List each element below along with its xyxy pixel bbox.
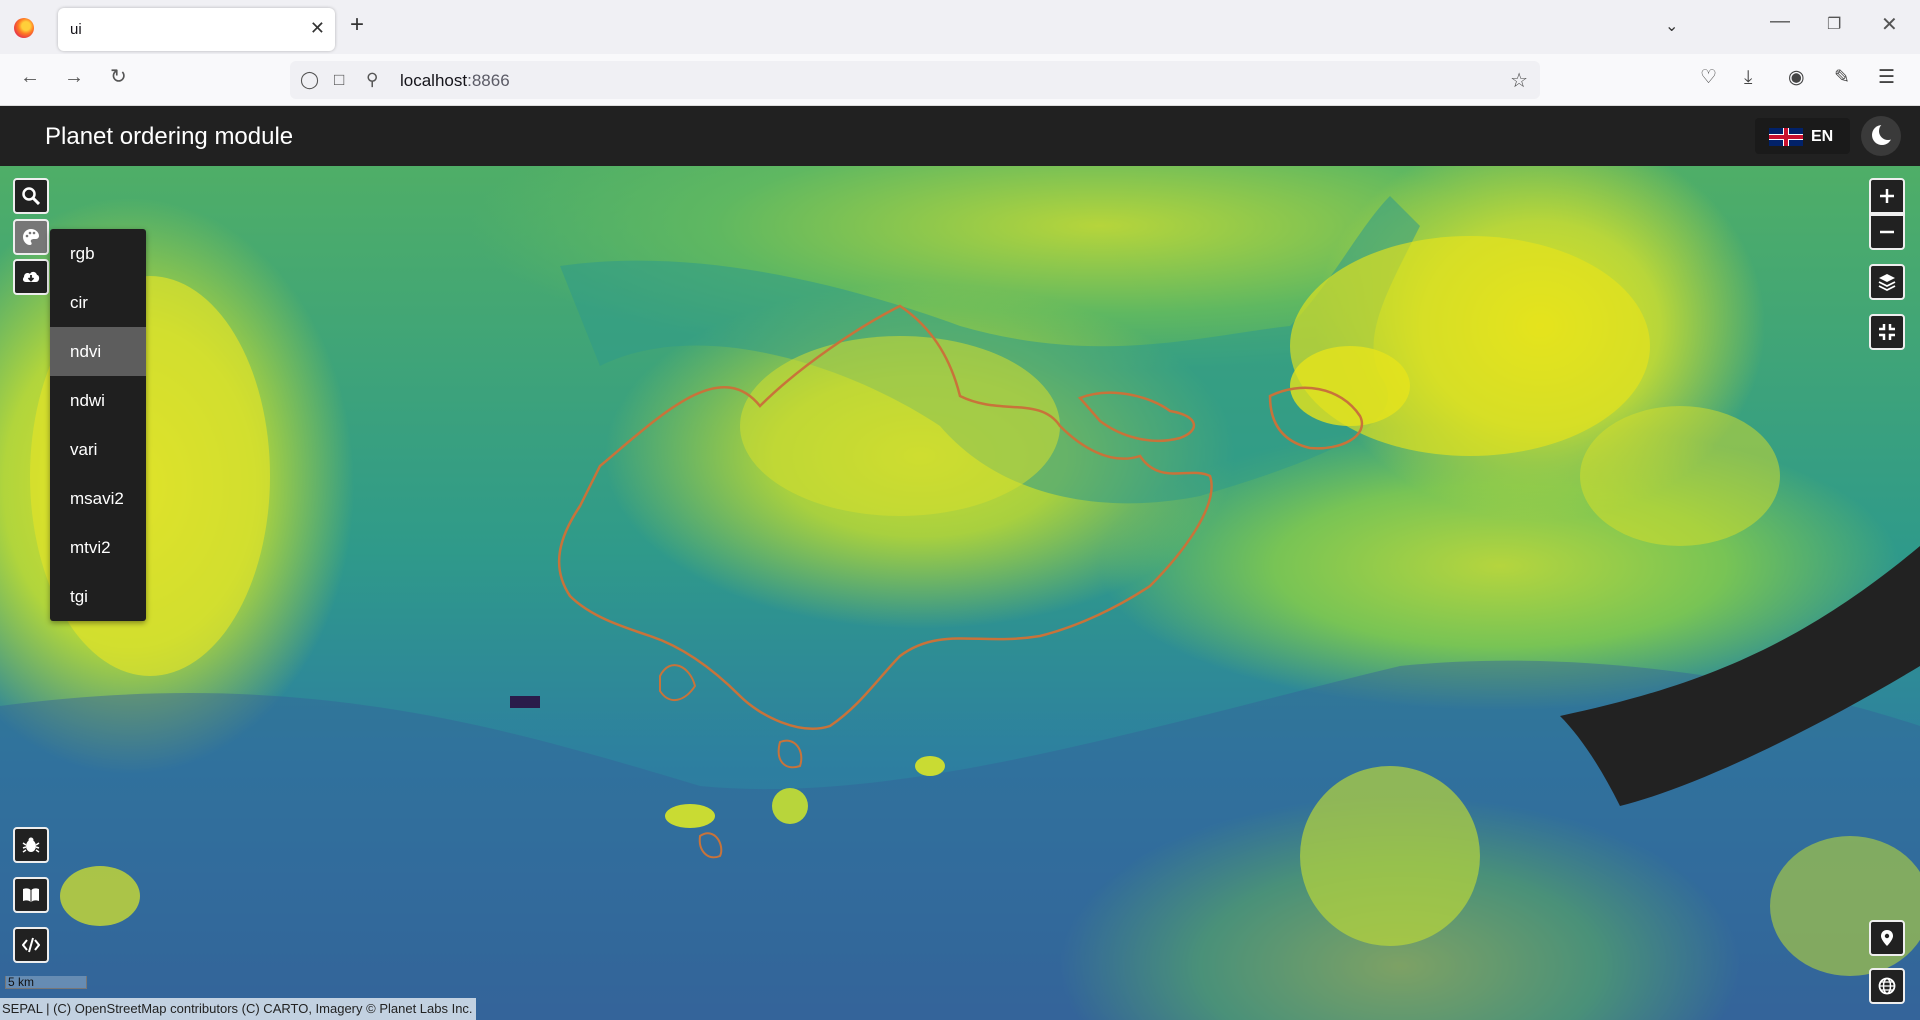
tab-list-chevron-icon[interactable]: ⌄ xyxy=(1665,16,1678,36)
uk-flag-icon xyxy=(1769,128,1803,146)
bug-icon xyxy=(22,837,40,853)
menu-hamburger-icon[interactable]: ☰ xyxy=(1878,68,1895,87)
new-tab-button[interactable]: + xyxy=(350,13,364,37)
url-host: localhost xyxy=(400,71,468,90)
locate-button[interactable] xyxy=(1869,920,1905,956)
viz-option-vari[interactable]: vari xyxy=(50,425,146,474)
bookmark-star-icon[interactable]: ☆ xyxy=(1510,68,1528,93)
zoom-in-button[interactable] xyxy=(1869,178,1905,214)
window-minimize-icon[interactable]: — xyxy=(1770,10,1790,33)
theme-toggle-button[interactable] xyxy=(1861,116,1901,156)
search-icon xyxy=(22,187,40,205)
page-title: Planet ordering module xyxy=(45,123,294,150)
viz-option-ndwi[interactable]: ndwi xyxy=(50,376,146,425)
zoom-out-button[interactable] xyxy=(1869,214,1905,250)
pocket-icon[interactable]: ♡ xyxy=(1700,68,1717,87)
code-icon xyxy=(22,937,40,953)
viz-option-tgi[interactable]: tgi xyxy=(50,572,146,621)
location-pin-icon xyxy=(1881,930,1893,946)
firefox-icon xyxy=(14,18,34,38)
url-bar[interactable]: ◯ □ ⚲ localhost:8866 ☆ xyxy=(290,61,1540,99)
basemap-button[interactable] xyxy=(1869,968,1905,1004)
layers-button[interactable] xyxy=(1869,264,1905,300)
search-button[interactable] xyxy=(13,178,49,214)
url-text[interactable]: localhost:8866 xyxy=(400,71,510,91)
fullscreen-exit-icon xyxy=(1879,324,1895,340)
cloud-download-icon xyxy=(22,271,40,282)
key-icon[interactable]: ⚲ xyxy=(366,70,378,90)
zoom-in-icon xyxy=(1880,189,1894,203)
shield-icon[interactable]: ◯ xyxy=(300,70,319,90)
globe-icon xyxy=(1878,977,1896,995)
scale-bar: 5 km xyxy=(5,976,87,989)
viz-option-msavi2[interactable]: msavi2 xyxy=(50,474,146,523)
reload-icon[interactable]: ↻ xyxy=(110,67,127,87)
language-label: EN xyxy=(1811,128,1834,145)
tab-close-icon[interactable]: ✕ xyxy=(310,18,325,39)
map-view[interactable]: rgb cir ndvi ndwi vari msavi2 mtvi2 tgi … xyxy=(0,166,1920,1020)
moon-icon xyxy=(1872,122,1897,145)
browser-nav-bar: ← → ↻ ◯ □ ⚲ localhost:8866 ☆ ♡ ⤓ ◉ ✎ ☰ xyxy=(0,54,1920,106)
window-close-icon[interactable]: ✕ xyxy=(1881,12,1898,37)
downloads-icon[interactable]: ⤓ xyxy=(1744,68,1752,87)
viz-option-rgb[interactable]: rgb xyxy=(50,229,146,278)
url-port: :8866 xyxy=(467,71,510,90)
map-attribution: SEPAL | (C) OpenStreetMap contributors (… xyxy=(0,998,476,1020)
extensions-icon[interactable]: ✎ xyxy=(1834,68,1850,87)
bug-report-button[interactable] xyxy=(13,827,49,863)
language-selector-button[interactable]: EN xyxy=(1755,118,1850,154)
viz-option-ndvi[interactable]: ndvi xyxy=(50,327,146,376)
tab-title: ui xyxy=(70,21,82,38)
palette-icon xyxy=(23,229,39,245)
visualization-menu: rgb cir ndvi ndwi vari msavi2 mtvi2 tgi xyxy=(50,229,146,621)
book-icon xyxy=(23,888,39,902)
fullscreen-exit-button[interactable] xyxy=(1869,314,1905,350)
browser-tab[interactable]: ui ✕ xyxy=(58,8,335,51)
visualization-button[interactable] xyxy=(13,219,49,255)
forward-arrow-icon[interactable]: → xyxy=(64,67,84,87)
profile-avatar-icon[interactable]: ◉ xyxy=(1788,68,1805,87)
source-code-button[interactable] xyxy=(13,927,49,963)
window-restore-icon[interactable]: ❐ xyxy=(1827,14,1841,34)
documentation-button[interactable] xyxy=(13,877,49,913)
zoom-out-icon xyxy=(1880,230,1894,234)
viz-option-cir[interactable]: cir xyxy=(50,278,146,327)
app-header: Planet ordering module EN xyxy=(0,106,1920,166)
page-icon[interactable]: □ xyxy=(334,70,344,90)
browser-tab-bar: ui ✕ + ⌄ — ❐ ✕ xyxy=(0,0,1920,54)
layers-icon xyxy=(1878,274,1896,291)
viz-option-mtvi2[interactable]: mtvi2 xyxy=(50,523,146,572)
map-imagery xyxy=(0,196,1920,1020)
back-arrow-icon[interactable]: ← xyxy=(20,67,40,87)
download-button[interactable] xyxy=(13,259,49,295)
